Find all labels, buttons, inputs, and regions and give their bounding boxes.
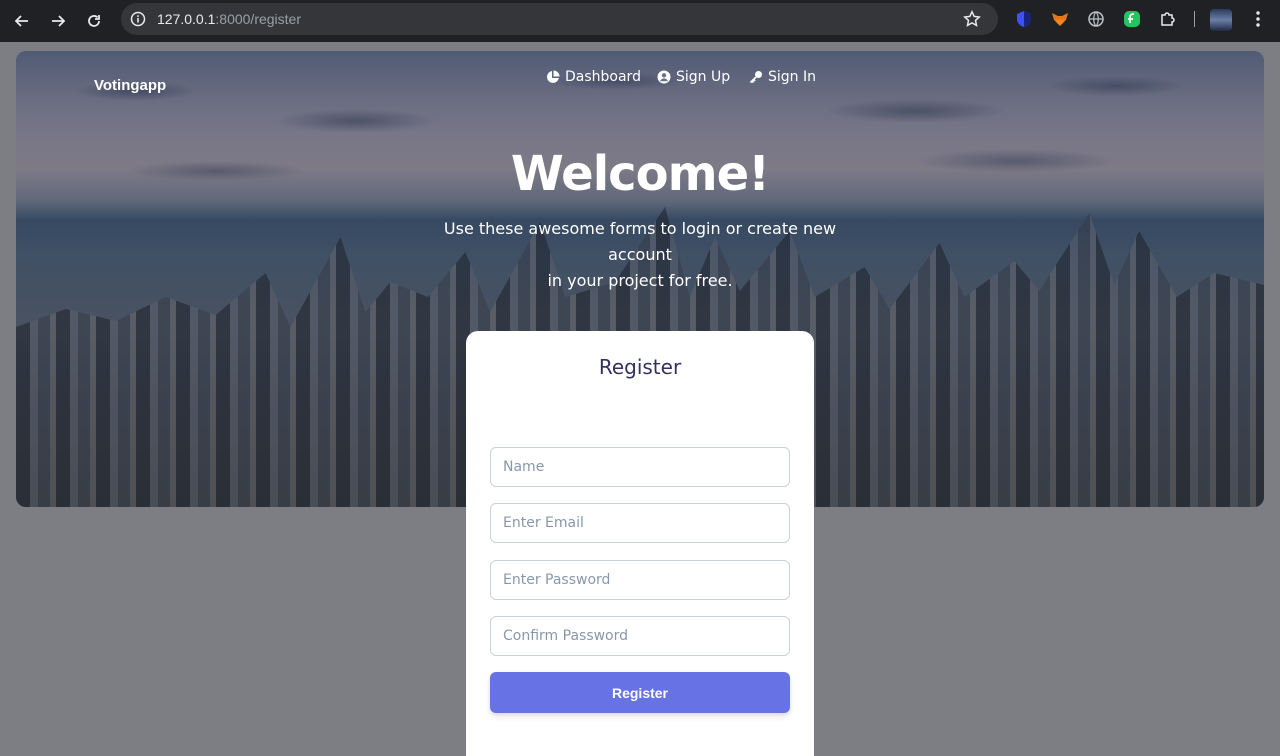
nav-sign-up-label: Sign Up bbox=[676, 69, 731, 85]
hero-subtitle: Use these awesome forms to login or crea… bbox=[410, 216, 870, 294]
user-circle-icon bbox=[657, 70, 671, 84]
menu-kebab-icon[interactable] bbox=[1251, 10, 1265, 28]
extensions-puzzle-icon[interactable] bbox=[1159, 10, 1177, 28]
fox-extension-icon[interactable] bbox=[1051, 10, 1069, 28]
brand-logo[interactable]: Votingapp bbox=[94, 77, 166, 94]
hero-subtitle-line-2: in your project for free. bbox=[547, 271, 733, 290]
reload-icon[interactable] bbox=[80, 7, 108, 35]
profile-avatar[interactable] bbox=[1210, 9, 1232, 31]
bookmark-star-icon[interactable] bbox=[963, 10, 981, 28]
shield-extension-icon[interactable] bbox=[1015, 10, 1033, 28]
pie-chart-icon bbox=[546, 70, 560, 83]
url-path: :8000/register bbox=[215, 11, 301, 27]
forward-icon[interactable] bbox=[44, 7, 72, 35]
email-field[interactable] bbox=[490, 503, 790, 543]
register-title: Register bbox=[598, 355, 682, 379]
back-icon[interactable] bbox=[8, 7, 36, 35]
address-bar[interactable]: 127.0.0.1:8000/register bbox=[121, 3, 998, 35]
nav-dashboard-label: Dashboard bbox=[565, 69, 641, 85]
name-field[interactable] bbox=[490, 447, 790, 487]
confirm-password-field[interactable] bbox=[490, 616, 790, 656]
browser-toolbar: 127.0.0.1:8000/register bbox=[0, 0, 1280, 42]
globe-extension-icon[interactable] bbox=[1087, 10, 1105, 28]
url-host: 127.0.0.1 bbox=[157, 11, 216, 27]
hero-subtitle-line-1: Use these awesome forms to login or crea… bbox=[443, 219, 837, 264]
nav-sign-in-label: Sign In bbox=[768, 69, 816, 85]
green-extension-icon[interactable] bbox=[1123, 10, 1141, 28]
nav-dashboard[interactable]: Dashboard bbox=[546, 69, 641, 85]
password-field[interactable] bbox=[490, 560, 790, 600]
nav-sign-in[interactable]: Sign In bbox=[749, 69, 816, 85]
site-info-icon[interactable] bbox=[130, 11, 146, 27]
page-title: Welcome! bbox=[510, 146, 770, 202]
nav-sign-up[interactable]: Sign Up bbox=[657, 69, 730, 85]
key-icon bbox=[749, 71, 762, 84]
toolbar-divider bbox=[1194, 11, 1195, 27]
url-text[interactable]: 127.0.0.1:8000/register bbox=[157, 11, 301, 27]
register-button[interactable]: Register bbox=[490, 672, 790, 713]
